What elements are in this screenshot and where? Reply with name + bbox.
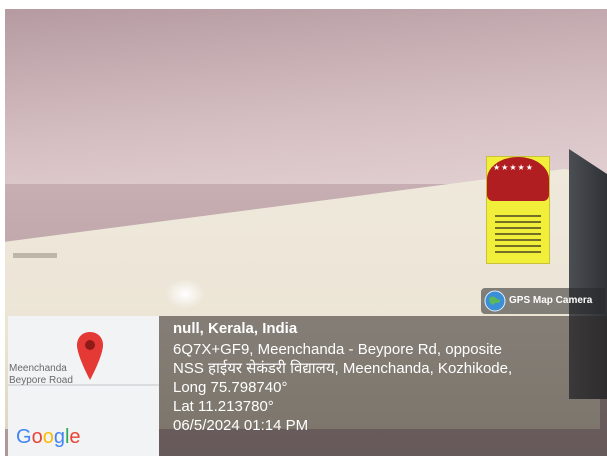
air-conditioner-brand-mark: [13, 253, 57, 258]
longitude: Long 75.798740°: [173, 379, 288, 396]
location-title: null, Kerala, India: [173, 320, 298, 337]
map-place-label: Meenchanda Beypore Road: [9, 363, 85, 387]
gps-map-camera-label: GPS Map Camera: [509, 295, 593, 306]
gps-map-camera-badge: GPS Map Camera: [481, 288, 605, 314]
energy-rating-label: ★★★★★: [486, 156, 550, 264]
address-line-1: 6Q7X+GF9, Meenchanda - Beypore Rd, oppos…: [173, 341, 502, 358]
address-line-2: NSS हाईयर सेकंडरी विद्यालय, Meenchanda, …: [173, 360, 513, 377]
map-place-line-2: Beypore Road: [9, 375, 73, 386]
energy-stars-icon: ★★★★★: [493, 163, 534, 172]
timestamp: 06/5/2024 01:14 PM: [173, 417, 309, 434]
globe-icon: [484, 290, 506, 312]
latitude: Lat 11.213780°: [173, 398, 274, 415]
google-logo: Google: [16, 426, 81, 448]
location-details: null, Kerala, India 6Q7X+GF9, Meenchanda…: [173, 318, 512, 435]
light-reflection: [165, 279, 205, 309]
energy-rating-stars-panel: ★★★★★: [487, 157, 549, 201]
location-pin-icon: [77, 332, 103, 380]
energy-label-fine-print: [495, 215, 541, 255]
map-place-line-1: Meenchanda: [9, 363, 67, 374]
